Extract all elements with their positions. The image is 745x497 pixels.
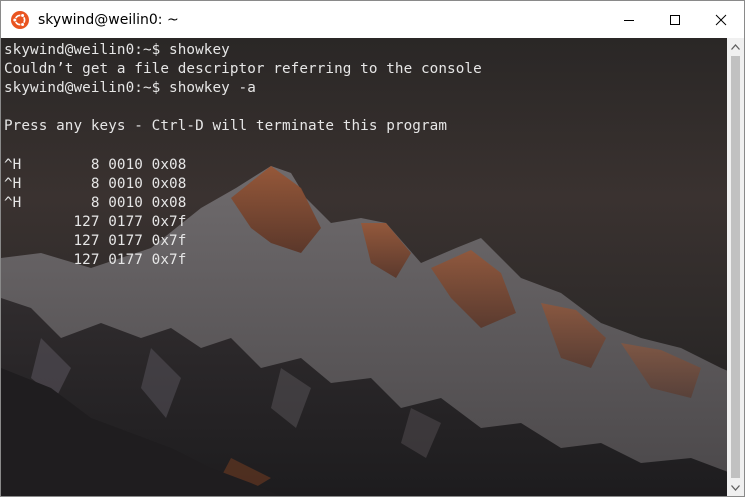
title-bar[interactable]: skywind@weilin0: ~ (1, 1, 744, 38)
terminal-line: ^H 8 0010 0x08 (4, 175, 187, 192)
close-button[interactable] (698, 1, 744, 38)
window-title: skywind@weilin0: ~ (38, 11, 179, 28)
terminal-line: Couldn’t get a file descriptor referring… (4, 61, 482, 78)
terminal-line: 127 0177 0x7f (4, 252, 187, 269)
maximize-icon (670, 14, 680, 25)
terminal-window: skywind@weilin0: ~ skywind@weilin0:~$ sh… (0, 0, 745, 497)
terminal-line: 127 0177 0x7f (4, 213, 187, 230)
close-icon (715, 14, 727, 25)
terminal-output: skywind@weilin0:~$ showkey Couldn’t get … (4, 41, 482, 270)
terminal-line: Press any keys - Ctrl-D will terminate t… (4, 118, 448, 135)
maximize-button[interactable] (652, 1, 698, 38)
terminal-line: skywind@weilin0:~$ showkey -a (4, 80, 256, 97)
ubuntu-logo-icon (11, 10, 29, 29)
scroll-up-button[interactable] (727, 38, 744, 55)
terminal-line: skywind@weilin0:~$ showkey (4, 42, 230, 58)
terminal-line: 127 0177 0x7f (4, 232, 187, 249)
minimize-button[interactable] (606, 1, 652, 38)
chevron-down-icon (731, 484, 740, 491)
vertical-scrollbar[interactable] (727, 38, 744, 496)
minimize-icon (624, 19, 634, 21)
scroll-down-button[interactable] (727, 479, 744, 496)
scrollbar-thumb[interactable] (731, 56, 740, 478)
terminal-area[interactable]: skywind@weilin0:~$ showkey Couldn’t get … (1, 38, 744, 496)
chevron-up-icon (731, 43, 740, 50)
terminal-line: ^H 8 0010 0x08 (4, 194, 187, 211)
terminal-line: ^H 8 0010 0x08 (4, 156, 187, 173)
